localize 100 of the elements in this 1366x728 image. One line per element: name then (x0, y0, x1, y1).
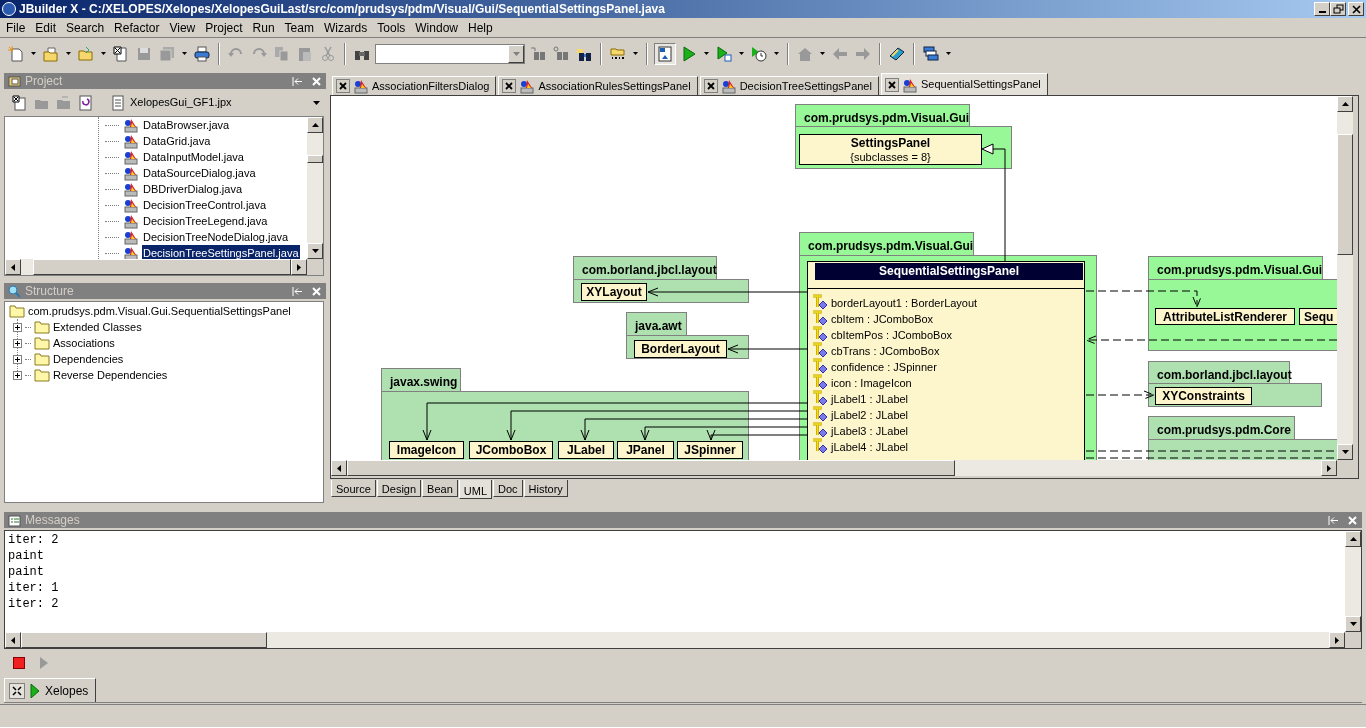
editor-tab[interactable]: AssociationRulesSettingsPanel (498, 76, 698, 95)
view-tab[interactable]: Source (331, 480, 376, 497)
minimize-button[interactable] (1314, 2, 1330, 16)
vertical-scrollbar[interactable] (1345, 531, 1361, 632)
editor-tab[interactable]: AssociationFiltersDialog (332, 76, 497, 95)
java-source-entry[interactable]: DataInputModel.java (142, 148, 245, 166)
down-arrow-icon[interactable] (1349, 622, 1357, 626)
menu-item[interactable]: Wizards (318, 18, 373, 37)
left-arrow-icon[interactable] (337, 464, 341, 472)
debug-icon[interactable] (716, 46, 732, 62)
scroll-thumb[interactable] (307, 155, 323, 163)
expand-icon[interactable] (13, 322, 22, 332)
run-icon[interactable] (681, 46, 697, 62)
tree-item[interactable]: Dependencies (53, 350, 124, 368)
class-name: XYLayout (581, 283, 647, 301)
menu-item[interactable]: Edit (30, 18, 62, 37)
vertical-scrollbar[interactable] (1337, 96, 1353, 460)
add-file-icon[interactable] (12, 94, 28, 111)
java-bean-icon (123, 165, 139, 181)
scroll-thumb[interactable] (1337, 134, 1353, 255)
view-tab[interactable]: Bean (422, 480, 458, 497)
editor-tab[interactable]: SequentialSettingsPanel (880, 73, 1048, 95)
app-icon (2, 2, 16, 16)
search-combo[interactable] (375, 44, 525, 64)
scrollbar-corner (307, 259, 323, 275)
restore-button[interactable] (1330, 2, 1346, 16)
java-source-entry[interactable]: DecisionTreeLegend.java (142, 212, 269, 230)
printer-icon[interactable] (194, 46, 210, 62)
windows-icon[interactable] (923, 46, 939, 62)
window-title: JBuilder X - C:/XELOPES/Xelopes/XelopesGuiLast/src/com/prudsys/pdm/Visual/Gui/SequentialSettingsPanel.java (19, 1, 665, 18)
right-arrow-icon[interactable] (1335, 636, 1339, 644)
view-tab[interactable]: Doc (493, 480, 523, 497)
down-arrow-icon[interactable] (1341, 450, 1349, 454)
tree-item[interactable]: Associations (53, 334, 115, 352)
menu-item[interactable]: Run (247, 18, 280, 37)
refresh-icon[interactable] (78, 94, 94, 111)
right-arrow-icon[interactable] (297, 263, 301, 271)
run-tab[interactable]: Xelopes (4, 678, 97, 702)
menu-item[interactable]: Project (200, 18, 248, 37)
down-arrow-icon[interactable] (311, 249, 319, 253)
close-icon[interactable] (703, 79, 718, 93)
dropdown-caret-icon[interactable] (313, 100, 320, 105)
view-tab[interactable]: UML (458, 480, 493, 499)
scroll-thumb[interactable] (21, 632, 267, 648)
message-line: iter: 2 (8, 596, 60, 612)
close-icon[interactable] (336, 79, 350, 93)
close-icon[interactable] (884, 77, 899, 92)
pin-icon[interactable] (1328, 514, 1339, 526)
java-source-entry[interactable]: DecisionTreeSettingsPanel.java (142, 244, 300, 259)
java-source-entry[interactable]: DecisionTreeControl.java (142, 196, 268, 214)
project-icon (8, 74, 21, 88)
up-arrow-icon[interactable] (311, 123, 319, 127)
view-tab[interactable]: History (523, 480, 568, 497)
menu-item[interactable]: Refactor (109, 18, 165, 37)
menu-item[interactable]: Help (463, 18, 498, 37)
panel-toggle-icon[interactable] (657, 46, 673, 62)
open-folder-icon[interactable] (43, 46, 59, 62)
horizontal-scrollbar[interactable] (5, 632, 1345, 648)
expand-icon[interactable] (13, 354, 22, 364)
folder-icon[interactable] (610, 46, 626, 62)
menu-item[interactable]: Tools (372, 18, 411, 37)
menu-item[interactable]: View (164, 18, 201, 37)
expand-icon[interactable] (13, 370, 22, 380)
pin-icon[interactable] (292, 285, 303, 297)
menu-item[interactable]: File (1, 18, 31, 37)
java-source-entry[interactable]: DecisionTreeNodeDialog.java (142, 228, 290, 246)
clock-icon[interactable] (751, 46, 767, 62)
new-file-icon[interactable] (8, 46, 24, 62)
message-line: paint (8, 548, 45, 564)
left-arrow-icon[interactable] (11, 636, 15, 644)
tree-root[interactable]: com.prudsys.pdm.Visual.Gui.SequentialSettingsPanel (28, 302, 291, 320)
left-arrow-icon[interactable] (11, 263, 15, 271)
right-arrow-icon[interactable] (1327, 464, 1331, 472)
document-icon[interactable] (113, 46, 129, 62)
pin-icon[interactable] (292, 75, 303, 87)
java-source-entry[interactable]: DataGrid.java (142, 132, 212, 150)
maximize-icon[interactable] (9, 682, 25, 699)
menu-item[interactable]: Window (410, 18, 463, 37)
menu-item[interactable]: Team (279, 18, 319, 37)
expand-icon[interactable] (13, 338, 22, 348)
close-icon[interactable] (502, 79, 517, 93)
editor-tab[interactable]: DecisionTreeSettingsPanel (699, 76, 879, 95)
java-source-entry[interactable]: DataSourceDialog.java (142, 164, 257, 182)
view-tab[interactable]: Design (376, 480, 422, 497)
close-button[interactable] (1348, 2, 1364, 16)
binoculars-icon[interactable] (576, 46, 592, 62)
up-arrow-icon[interactable] (1341, 102, 1349, 106)
up-arrow-icon[interactable] (1349, 537, 1357, 541)
class-name: JSpinner (677, 441, 743, 459)
tree-item[interactable]: Extended Classes (53, 318, 142, 336)
vertical-scrollbar[interactable] (307, 117, 323, 259)
package-name: com.prudsys.pdm.Core (1148, 416, 1295, 439)
java-source-entry[interactable]: DataBrowser.java (142, 117, 231, 134)
project-selector[interactable]: XelopesGui_GF1.jpx (110, 92, 320, 113)
book-icon[interactable] (889, 46, 905, 62)
java-source-entry[interactable]: DBDriverDialog.java (142, 180, 244, 198)
scroll-thumb[interactable] (347, 460, 955, 476)
horizontal-scrollbar[interactable] (331, 460, 1337, 476)
tree-item[interactable]: Reverse Dependencies (53, 366, 168, 384)
menu-item[interactable]: Search (61, 18, 110, 37)
